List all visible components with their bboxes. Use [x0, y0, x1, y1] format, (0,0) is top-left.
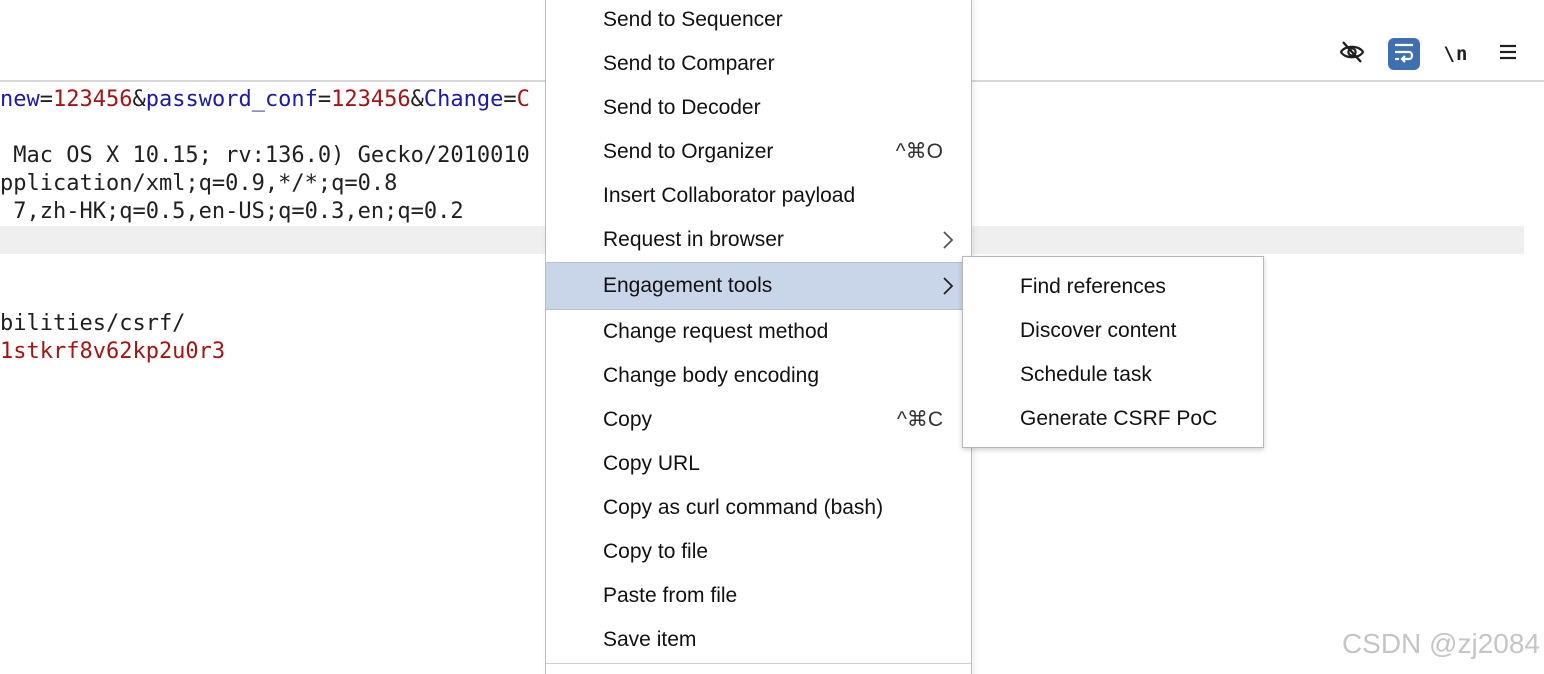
- param-value: C: [516, 87, 530, 112]
- menu-item-engagement-tools[interactable]: Engagement tools: [546, 262, 971, 310]
- menu-item-label: Send to Decoder: [603, 96, 761, 119]
- submenu-item-find-references[interactable]: Find references: [963, 265, 1263, 309]
- menu-item-label: Copy URL: [603, 452, 700, 475]
- menu-item-copy-as-curl[interactable]: Copy as curl command (bash): [546, 486, 971, 530]
- menu-item-label: Send to Organizer: [603, 140, 774, 163]
- newline-icon: \n: [1443, 43, 1469, 65]
- menu-item-request-in-browser[interactable]: Request in browser: [546, 218, 971, 262]
- menu-item-copy-url[interactable]: Copy URL: [546, 442, 971, 486]
- show-newlines-toggle[interactable]: \n: [1440, 38, 1472, 70]
- editor-options-button[interactable]: [1492, 38, 1524, 70]
- param-value: 123456: [53, 87, 133, 112]
- submenu-item-label: Generate CSRF PoC: [1020, 407, 1218, 430]
- menu-item-paste-from-file[interactable]: Paste from file: [546, 574, 971, 618]
- app-window: \n new=123456&password_conf=123456&Chang…: [0, 0, 1544, 674]
- submenu-item-schedule-task[interactable]: Schedule task: [963, 353, 1263, 397]
- param-equals: =: [39, 87, 53, 112]
- hide-nonprintable-toggle[interactable]: [1336, 38, 1368, 70]
- menu-item-change-request-method[interactable]: Change request method: [546, 310, 971, 354]
- watermark: CSDN @zj2084: [1341, 628, 1540, 659]
- request-line: new=123456&password_conf=123456&Change=C: [0, 86, 530, 114]
- menu-item-label: Send to Sequencer: [603, 8, 783, 31]
- menu-item-label: Save item: [603, 628, 697, 651]
- menu-item-label: Engagement tools: [603, 274, 773, 297]
- menu-item-label: Change request method: [603, 320, 829, 343]
- param-name: Change: [423, 87, 504, 112]
- menu-separator: [546, 663, 971, 664]
- param-separator: &: [410, 87, 424, 112]
- menu-item-label: Send to Comparer: [603, 52, 775, 75]
- menu-item-label: Copy to file: [603, 540, 709, 563]
- menu-item-copy-to-file[interactable]: Copy to file: [546, 530, 971, 574]
- submenu-item-label: Discover content: [1020, 319, 1177, 342]
- param-equals: =: [503, 87, 517, 112]
- keyboard-shortcut: ^⌘C: [896, 408, 943, 431]
- menu-item-send-to-comparer[interactable]: Send to Comparer: [546, 42, 971, 86]
- accept-line: pplication/xml;q=0.9,*/*;q=0.8: [0, 171, 398, 196]
- referer-line: bilities/csrf/: [0, 311, 186, 336]
- user-agent-line: Mac OS X 10.15; rv:136.0) Gecko/2010010: [0, 143, 530, 168]
- menu-item-change-body-encoding[interactable]: Change body encoding: [546, 354, 971, 398]
- keyboard-shortcut: ^⌘O: [895, 140, 943, 163]
- param-separator: &: [132, 87, 146, 112]
- menu-item-label: Change body encoding: [603, 364, 820, 387]
- word-wrap-toggle[interactable]: [1388, 38, 1420, 70]
- param-value: 123456: [331, 87, 411, 112]
- param-name: password_conf: [145, 87, 318, 112]
- menu-item-label: Copy: [603, 408, 653, 431]
- accept-language-line: 7,zh-HK;q=0.5,en-US;q=0.3,en;q=0.2: [0, 199, 464, 224]
- menu-item-send-to-decoder[interactable]: Send to Decoder: [546, 86, 971, 130]
- hamburger-menu-icon: [1498, 43, 1518, 66]
- engagement-tools-submenu: Find references Discover content Schedul…: [962, 256, 1264, 448]
- submenu-item-label: Find references: [1020, 275, 1166, 298]
- cookie-line: 1stkrf8v62kp2u0r3: [0, 339, 226, 364]
- eye-off-icon: [1339, 39, 1365, 70]
- menu-item-label: Copy as curl command (bash): [603, 496, 884, 519]
- menu-item-label: Request in browser: [603, 228, 784, 251]
- menu-item-save-item[interactable]: Save item: [546, 618, 971, 662]
- menu-item-send-to-sequencer[interactable]: Send to Sequencer: [546, 0, 971, 42]
- submenu-item-discover-content[interactable]: Discover content: [963, 309, 1263, 353]
- chevron-right-icon: [937, 275, 959, 297]
- param-name: new: [0, 87, 40, 112]
- param-equals: =: [317, 87, 332, 112]
- wrap-lines-icon: [1393, 41, 1415, 68]
- menu-item-label: Paste from file: [603, 584, 738, 607]
- submenu-item-generate-csrf-poc[interactable]: Generate CSRF PoC: [963, 397, 1263, 441]
- menu-item-label: Insert Collaborator payload: [603, 184, 856, 207]
- menu-item-copy[interactable]: Copy ^⌘C: [546, 398, 971, 442]
- context-menu: Send to Sequencer Send to Comparer Send …: [545, 0, 972, 674]
- menu-item-send-to-organizer[interactable]: Send to Organizer ^⌘O: [546, 130, 971, 174]
- menu-item-insert-collaborator-payload[interactable]: Insert Collaborator payload: [546, 174, 971, 218]
- submenu-item-label: Schedule task: [1020, 363, 1152, 386]
- chevron-right-icon: [937, 229, 959, 251]
